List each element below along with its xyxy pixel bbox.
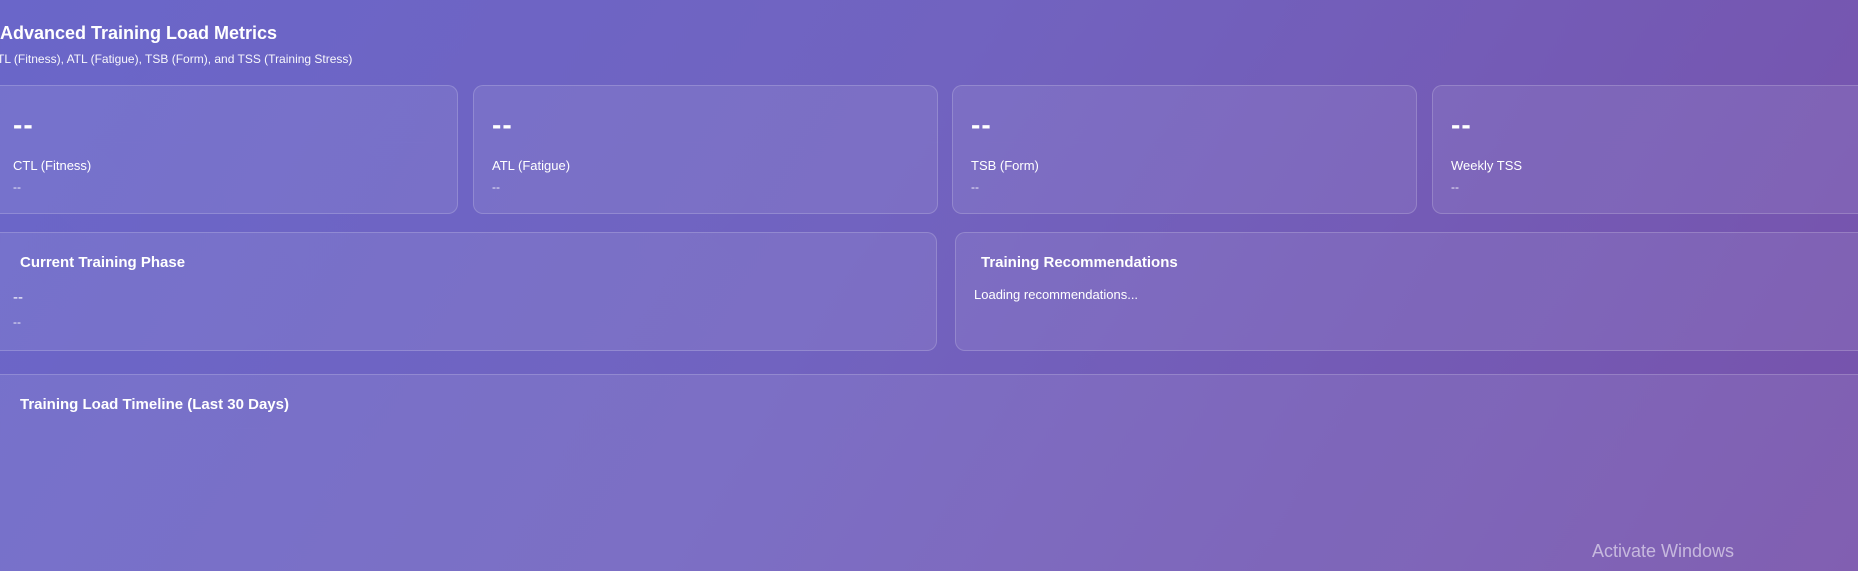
activate-windows-watermark: Activate Windows — [1592, 541, 1735, 561]
recommendations-text: Loading recommendations... — [974, 287, 1139, 302]
metric-card-atl: -- ATL (Fatigue) -- — [473, 85, 938, 214]
tsb-value: -- — [971, 109, 992, 140]
atl-sub: -- — [492, 180, 500, 194]
ctl-sub: -- — [13, 180, 21, 194]
training-phase-value: -- — [13, 289, 23, 306]
tsb-sub: -- — [971, 180, 979, 194]
page-title: Advanced Training Load Metrics — [0, 23, 278, 43]
weekly-tss-value: -- — [1451, 109, 1472, 140]
ctl-label: CTL (Fitness) — [13, 158, 92, 173]
metric-card-tsb: -- TSB (Form) -- — [952, 85, 1417, 214]
tsb-label: TSB (Form) — [971, 158, 1039, 173]
metric-card-ctl: -- CTL (Fitness) -- — [0, 85, 458, 214]
training-phase-sub: -- — [13, 315, 21, 329]
timeline-title: Training Load Timeline (Last 30 Days) — [20, 396, 289, 413]
atl-label: ATL (Fatigue) — [492, 158, 571, 173]
page-subtitle: TL (Fitness), ATL (Fatigue), TSB (Form),… — [0, 52, 353, 66]
metric-card-weekly-tss: -- Weekly TSS -- — [1432, 85, 1858, 214]
weekly-tss-label: Weekly TSS — [1451, 158, 1523, 173]
recommendations-panel: Training Recommendations Loading recomme… — [955, 232, 1858, 351]
weekly-tss-sub: -- — [1451, 180, 1459, 194]
training-phase-panel: Current Training Phase -- -- — [0, 232, 937, 351]
page-header: Advanced Training Load Metrics TL (Fitne… — [0, 20, 352, 66]
training-phase-title: Current Training Phase — [20, 254, 186, 271]
training-load-timeline-panel: Training Load Timeline (Last 30 Days) — [0, 374, 1858, 571]
atl-value: -- — [492, 109, 513, 140]
recommendations-title: Training Recommendations — [981, 254, 1178, 271]
ctl-value: -- — [13, 109, 34, 140]
